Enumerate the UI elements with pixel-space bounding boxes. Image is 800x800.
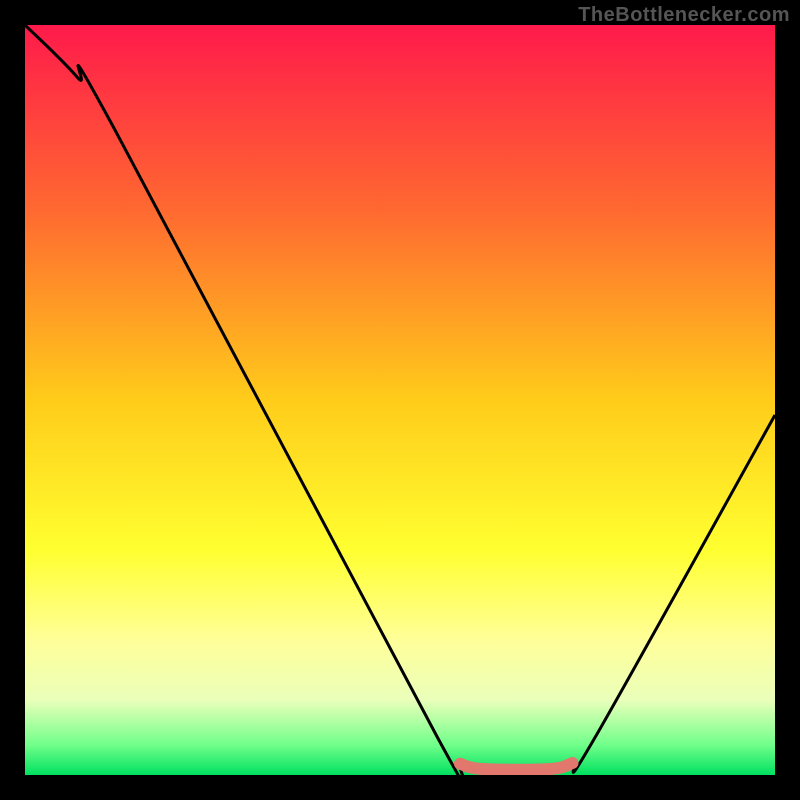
chart-area bbox=[25, 25, 775, 775]
chart-svg bbox=[25, 25, 775, 775]
watermark-text: TheBottlenecker.com bbox=[578, 4, 790, 27]
sweet-spot-segment bbox=[460, 763, 573, 770]
gradient-background bbox=[25, 25, 775, 775]
